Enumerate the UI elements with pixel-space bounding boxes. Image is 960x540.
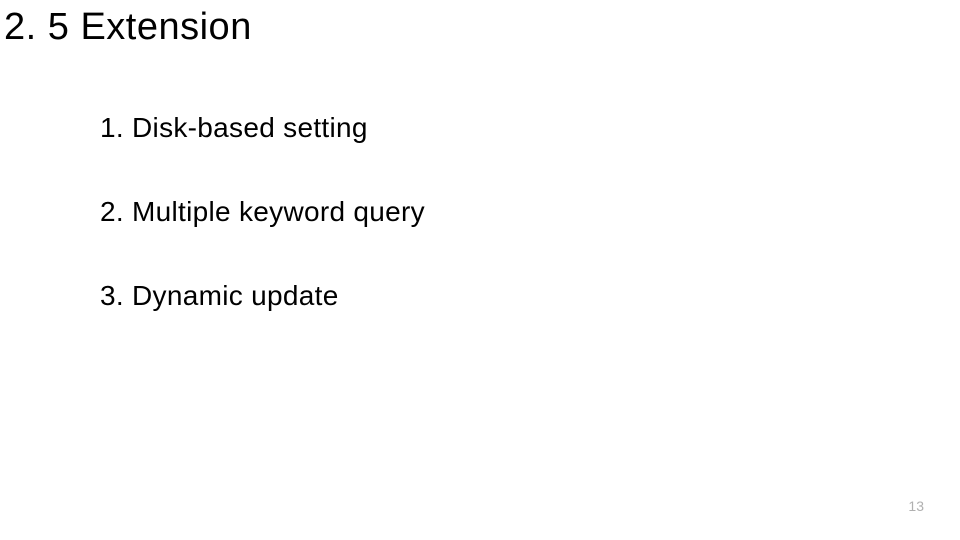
list-item: 1. Disk-based setting <box>100 112 425 144</box>
slide-title: 2. 5 Extension <box>4 6 252 49</box>
slide: 2. 5 Extension 1. Disk-based setting 2. … <box>0 0 960 540</box>
content-list: 1. Disk-based setting 2. Multiple keywor… <box>100 112 425 364</box>
list-item: 2. Multiple keyword query <box>100 196 425 228</box>
list-item: 3. Dynamic update <box>100 280 425 312</box>
page-number: 13 <box>908 498 924 514</box>
